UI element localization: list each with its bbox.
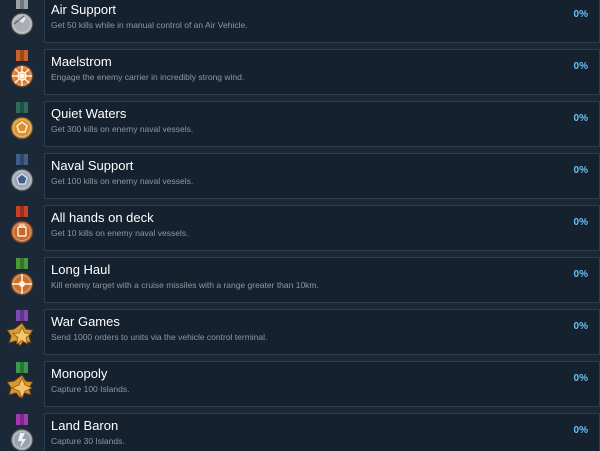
achievement-description: Capture 30 Islands. — [51, 436, 125, 446]
achievement-description: Kill enemy target with a cruise missiles… — [51, 280, 319, 290]
achievement-description: Get 10 kills on enemy naval vessels. — [51, 228, 189, 238]
achievement-row[interactable]: All hands on deck Get 10 kills on enemy n… — [0, 205, 600, 251]
achievement-name: Air Support — [51, 2, 117, 17]
achievement-description: Get 50 kills while in manual control of … — [51, 20, 248, 30]
achievement-name: Quiet Waters — [51, 106, 127, 121]
achievement-percent: 0% — [573, 425, 588, 436]
war-games-star-medal-icon — [0, 309, 44, 355]
achievement-name: Naval Support — [51, 158, 134, 173]
achievement-description: Engage the enemy carrier in incredibly s… — [51, 72, 245, 82]
achievement-name: Monopoly — [51, 366, 108, 381]
achievement-name: War Games — [51, 314, 120, 329]
monopoly-star-medal-icon — [0, 361, 44, 407]
achievement-percent: 0% — [573, 165, 588, 176]
air-support-medal-icon — [0, 0, 44, 43]
achievement-description: Send 1000 orders to units via the vehicl… — [51, 332, 268, 342]
achievement-percent: 0% — [573, 61, 588, 72]
achievement-row[interactable]: Monopoly Capture 100 Islands. 0% — [0, 361, 600, 407]
achievement-percent: 0% — [573, 113, 588, 124]
achievement-name: Long Haul — [51, 262, 111, 277]
achievement-percent: 0% — [573, 217, 588, 228]
achievement-panel: Long Haul Kill enemy target with a cruise… — [44, 257, 600, 303]
achievement-panel: All hands on deck Get 10 kills on enemy n… — [44, 205, 600, 251]
achievement-percent: 0% — [573, 269, 588, 280]
achievement-panel: War Games Send 1000 orders to units via t… — [44, 309, 600, 355]
achievement-panel: Air Support Get 50 kills while in manual … — [44, 0, 600, 43]
achievement-row[interactable]: War Games Send 1000 orders to units via t… — [0, 309, 600, 355]
achievement-row[interactable]: Long Haul Kill enemy target with a cruise… — [0, 257, 600, 303]
achievement-description: Get 300 kills on enemy naval vessels. — [51, 124, 194, 134]
achievement-name: Maelstrom — [51, 54, 112, 69]
achievement-panel: Monopoly Capture 100 Islands. 0% — [44, 361, 600, 407]
naval-support-medal-icon — [0, 153, 44, 199]
achievement-name: All hands on deck — [51, 210, 154, 225]
achievement-row[interactable]: Quiet Waters Get 300 kills on enemy naval… — [0, 101, 600, 147]
achievement-row[interactable]: Land Baron Capture 30 Islands. 0% — [0, 413, 600, 451]
achievement-panel: Quiet Waters Get 300 kills on enemy naval… — [44, 101, 600, 147]
achievement-percent: 0% — [573, 321, 588, 332]
achievement-panel: Naval Support Get 100 kills on enemy nava… — [44, 153, 600, 199]
achievement-percent: 0% — [573, 9, 588, 20]
quiet-waters-medal-icon — [0, 101, 44, 147]
long-haul-medal-icon — [0, 257, 44, 303]
achievement-panel: Land Baron Capture 30 Islands. 0% — [44, 413, 600, 451]
achievement-row[interactable]: Maelstrom Engage the enemy carrier in inc… — [0, 49, 600, 95]
achievement-description: Capture 100 Islands. — [51, 384, 130, 394]
all-hands-medal-icon — [0, 205, 44, 251]
achievement-row[interactable]: Air Support Get 50 kills while in manual … — [0, 0, 600, 43]
achievement-percent: 0% — [573, 373, 588, 384]
achievement-name: Land Baron — [51, 418, 119, 433]
achievement-panel: Maelstrom Engage the enemy carrier in inc… — [44, 49, 600, 95]
ships-wheel-medal-icon — [0, 49, 44, 95]
achievement-row[interactable]: Naval Support Get 100 kills on enemy nava… — [0, 153, 600, 199]
achievement-description: Get 100 kills on enemy naval vessels. — [51, 176, 194, 186]
land-baron-medal-icon — [0, 413, 44, 451]
achievement-list: Air Support Get 50 kills while in manual … — [0, 0, 600, 451]
